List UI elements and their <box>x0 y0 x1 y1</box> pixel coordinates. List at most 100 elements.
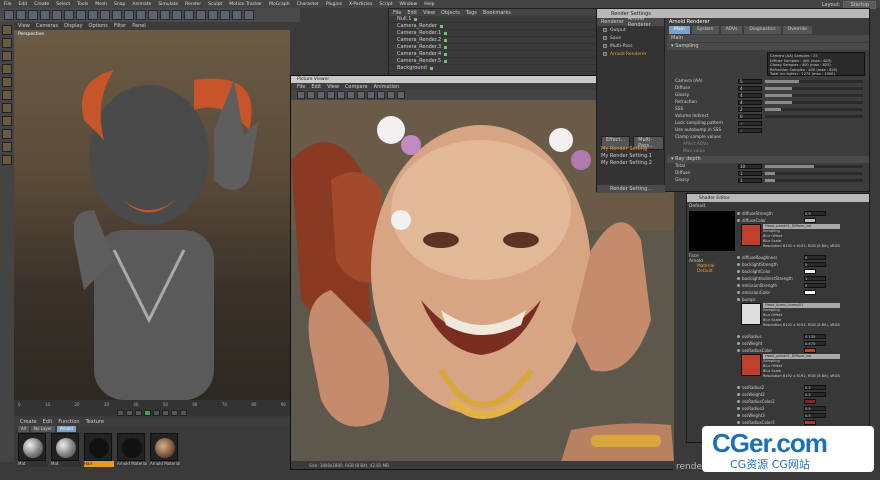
pv-menu-compare[interactable]: Compare <box>345 84 368 90</box>
menu-item-motion-tracker[interactable]: Motion Tracker <box>229 2 262 7</box>
cube-icon[interactable] <box>160 10 170 20</box>
checkbox[interactable] <box>603 44 607 48</box>
param-slider[interactable] <box>765 115 863 118</box>
menu-item-plugins[interactable]: Plugins <box>326 2 342 7</box>
shader-param-value[interactable]: 0.475 <box>804 341 826 346</box>
param-value[interactable]: 4 <box>738 100 762 105</box>
arnold-tab-diagnostics[interactable]: Diagnostics <box>744 26 781 34</box>
sampling-section[interactable]: ▾ Sampling <box>667 43 869 50</box>
render-setting-button[interactable]: Render Setting... <box>597 185 665 193</box>
menu-item-character[interactable]: Character <box>297 2 319 7</box>
param-anim-dot-icon[interactable] <box>737 219 740 222</box>
renderer-selector[interactable]: Renderer Arnold Renderer <box>597 16 664 28</box>
color-swatch[interactable] <box>804 399 816 404</box>
arnold-tab-override[interactable]: Override <box>782 26 813 34</box>
menu-item-help[interactable]: Help <box>424 2 434 7</box>
grid-icon[interactable] <box>2 155 12 165</box>
param-anim-dot-icon[interactable] <box>737 256 740 259</box>
object-row[interactable]: Camera_Render <box>389 23 597 30</box>
shader-param-value[interactable]: 0.9 <box>804 211 826 216</box>
lock-icon[interactable] <box>2 142 12 152</box>
param-anim-dot-icon[interactable] <box>737 407 740 410</box>
pv-menu-view[interactable]: View <box>327 84 339 90</box>
object-menu-view[interactable]: View <box>423 10 435 16</box>
param-anim-dot-icon[interactable] <box>737 298 740 301</box>
material-tab-arnold[interactable]: Arnold <box>56 426 76 432</box>
arnold-tab-aovs[interactable]: AOVs <box>720 26 743 34</box>
zoom-fit-icon[interactable] <box>347 91 355 99</box>
check-row[interactable]: Use autobump in SSS ✓ <box>667 127 869 134</box>
menu-item-tools[interactable]: Tools <box>77 2 88 7</box>
object-row[interactable]: Background <box>389 65 597 72</box>
go-end-icon[interactable] <box>171 410 178 416</box>
next-key-icon[interactable] <box>162 410 169 416</box>
check-row[interactable]: Lock sampling pattern ✓ <box>667 120 869 127</box>
render-setting-entry[interactable]: My Render Setting.1 <box>601 153 652 160</box>
move-icon[interactable] <box>40 10 50 20</box>
swap-icon[interactable] <box>337 91 345 99</box>
visibility-icon[interactable] <box>439 24 443 28</box>
param-anim-dot-icon[interactable] <box>737 335 740 338</box>
arnold-tab-main[interactable]: Main <box>669 26 690 34</box>
shader-param-value[interactable]: 0.2 <box>804 385 826 390</box>
color-swatch[interactable] <box>804 348 816 353</box>
color-swatch[interactable] <box>804 420 816 425</box>
material-tab-all[interactable]: All <box>18 426 29 432</box>
render-view-icon[interactable] <box>124 10 134 20</box>
prev-frame-icon[interactable] <box>135 410 142 416</box>
render-pv-icon[interactable] <box>136 10 146 20</box>
visibility-icon[interactable] <box>429 66 433 70</box>
object-row[interactable]: Camera_Render.4 <box>389 51 597 58</box>
go-start-icon[interactable] <box>117 410 124 416</box>
checkbox[interactable]: ✓ <box>738 128 762 133</box>
object-row[interactable]: Camera_Render.5 <box>389 58 597 65</box>
param-slider[interactable] <box>765 108 863 111</box>
render-setting-item[interactable]: Multi-Pass <box>597 42 664 50</box>
param-value[interactable]: 2 <box>738 107 762 112</box>
shader-param-value[interactable]: 0.133 <box>804 334 826 339</box>
zoom-out-icon[interactable] <box>367 91 375 99</box>
render-setting-entry[interactable]: My Render Setting.2 <box>601 160 652 167</box>
arnold-tab-system[interactable]: System <box>691 26 719 34</box>
shader-param-value[interactable]: 0.5 <box>804 406 826 411</box>
param-anim-dot-icon[interactable] <box>737 277 740 280</box>
menu-item-animate[interactable]: Animate <box>132 2 151 7</box>
next-frame-icon[interactable] <box>153 410 160 416</box>
viewport-menu-options[interactable]: Options <box>89 23 108 29</box>
menu-item-snap[interactable]: Snap <box>114 2 125 7</box>
menu-item-mograph[interactable]: MoGraph <box>269 2 289 7</box>
play-icon[interactable] <box>144 410 151 416</box>
param-value[interactable]: 0 <box>738 114 762 119</box>
object-menu-objects[interactable]: Objects <box>441 10 460 16</box>
material-menu-edit[interactable]: Edit <box>43 419 53 425</box>
compare-a-icon[interactable] <box>317 91 325 99</box>
shader-param-value[interactable]: 1 <box>804 276 826 281</box>
coord-system-icon[interactable] <box>112 10 122 20</box>
param-anim-dot-icon[interactable] <box>737 414 740 417</box>
param-anim-dot-icon[interactable] <box>737 263 740 266</box>
object-menu-tags[interactable]: Tags <box>466 10 477 16</box>
undo-icon[interactable] <box>4 10 14 20</box>
scene-icon[interactable] <box>220 10 230 20</box>
param-anim-dot-icon[interactable] <box>737 386 740 389</box>
object-menu-edit[interactable]: Edit <box>407 10 417 16</box>
snap-icon[interactable] <box>2 116 12 126</box>
record-icon[interactable] <box>180 410 187 416</box>
light-icon[interactable] <box>244 10 254 20</box>
visibility-icon[interactable] <box>444 45 448 49</box>
menu-item-sculpt[interactable]: Sculpt <box>208 2 222 7</box>
prev-key-icon[interactable] <box>126 410 133 416</box>
param-anim-dot-icon[interactable] <box>737 284 740 287</box>
redo-icon[interactable] <box>16 10 26 20</box>
scale-icon[interactable] <box>52 10 62 20</box>
z-axis-icon[interactable] <box>100 10 110 20</box>
param-slider[interactable] <box>765 172 863 175</box>
object-row[interactable]: Camera_Render.1 <box>389 30 597 37</box>
menu-item-x-particles[interactable]: X-Particles <box>349 2 372 7</box>
object-row[interactable]: Camera_Render.3 <box>389 44 597 51</box>
menu-item-mesh[interactable]: Mesh <box>95 2 107 7</box>
param-slider[interactable] <box>765 101 863 104</box>
param-anim-dot-icon[interactable] <box>737 212 740 215</box>
shader-param-value[interactable]: 0 <box>804 255 826 260</box>
param-slider[interactable] <box>765 87 863 90</box>
